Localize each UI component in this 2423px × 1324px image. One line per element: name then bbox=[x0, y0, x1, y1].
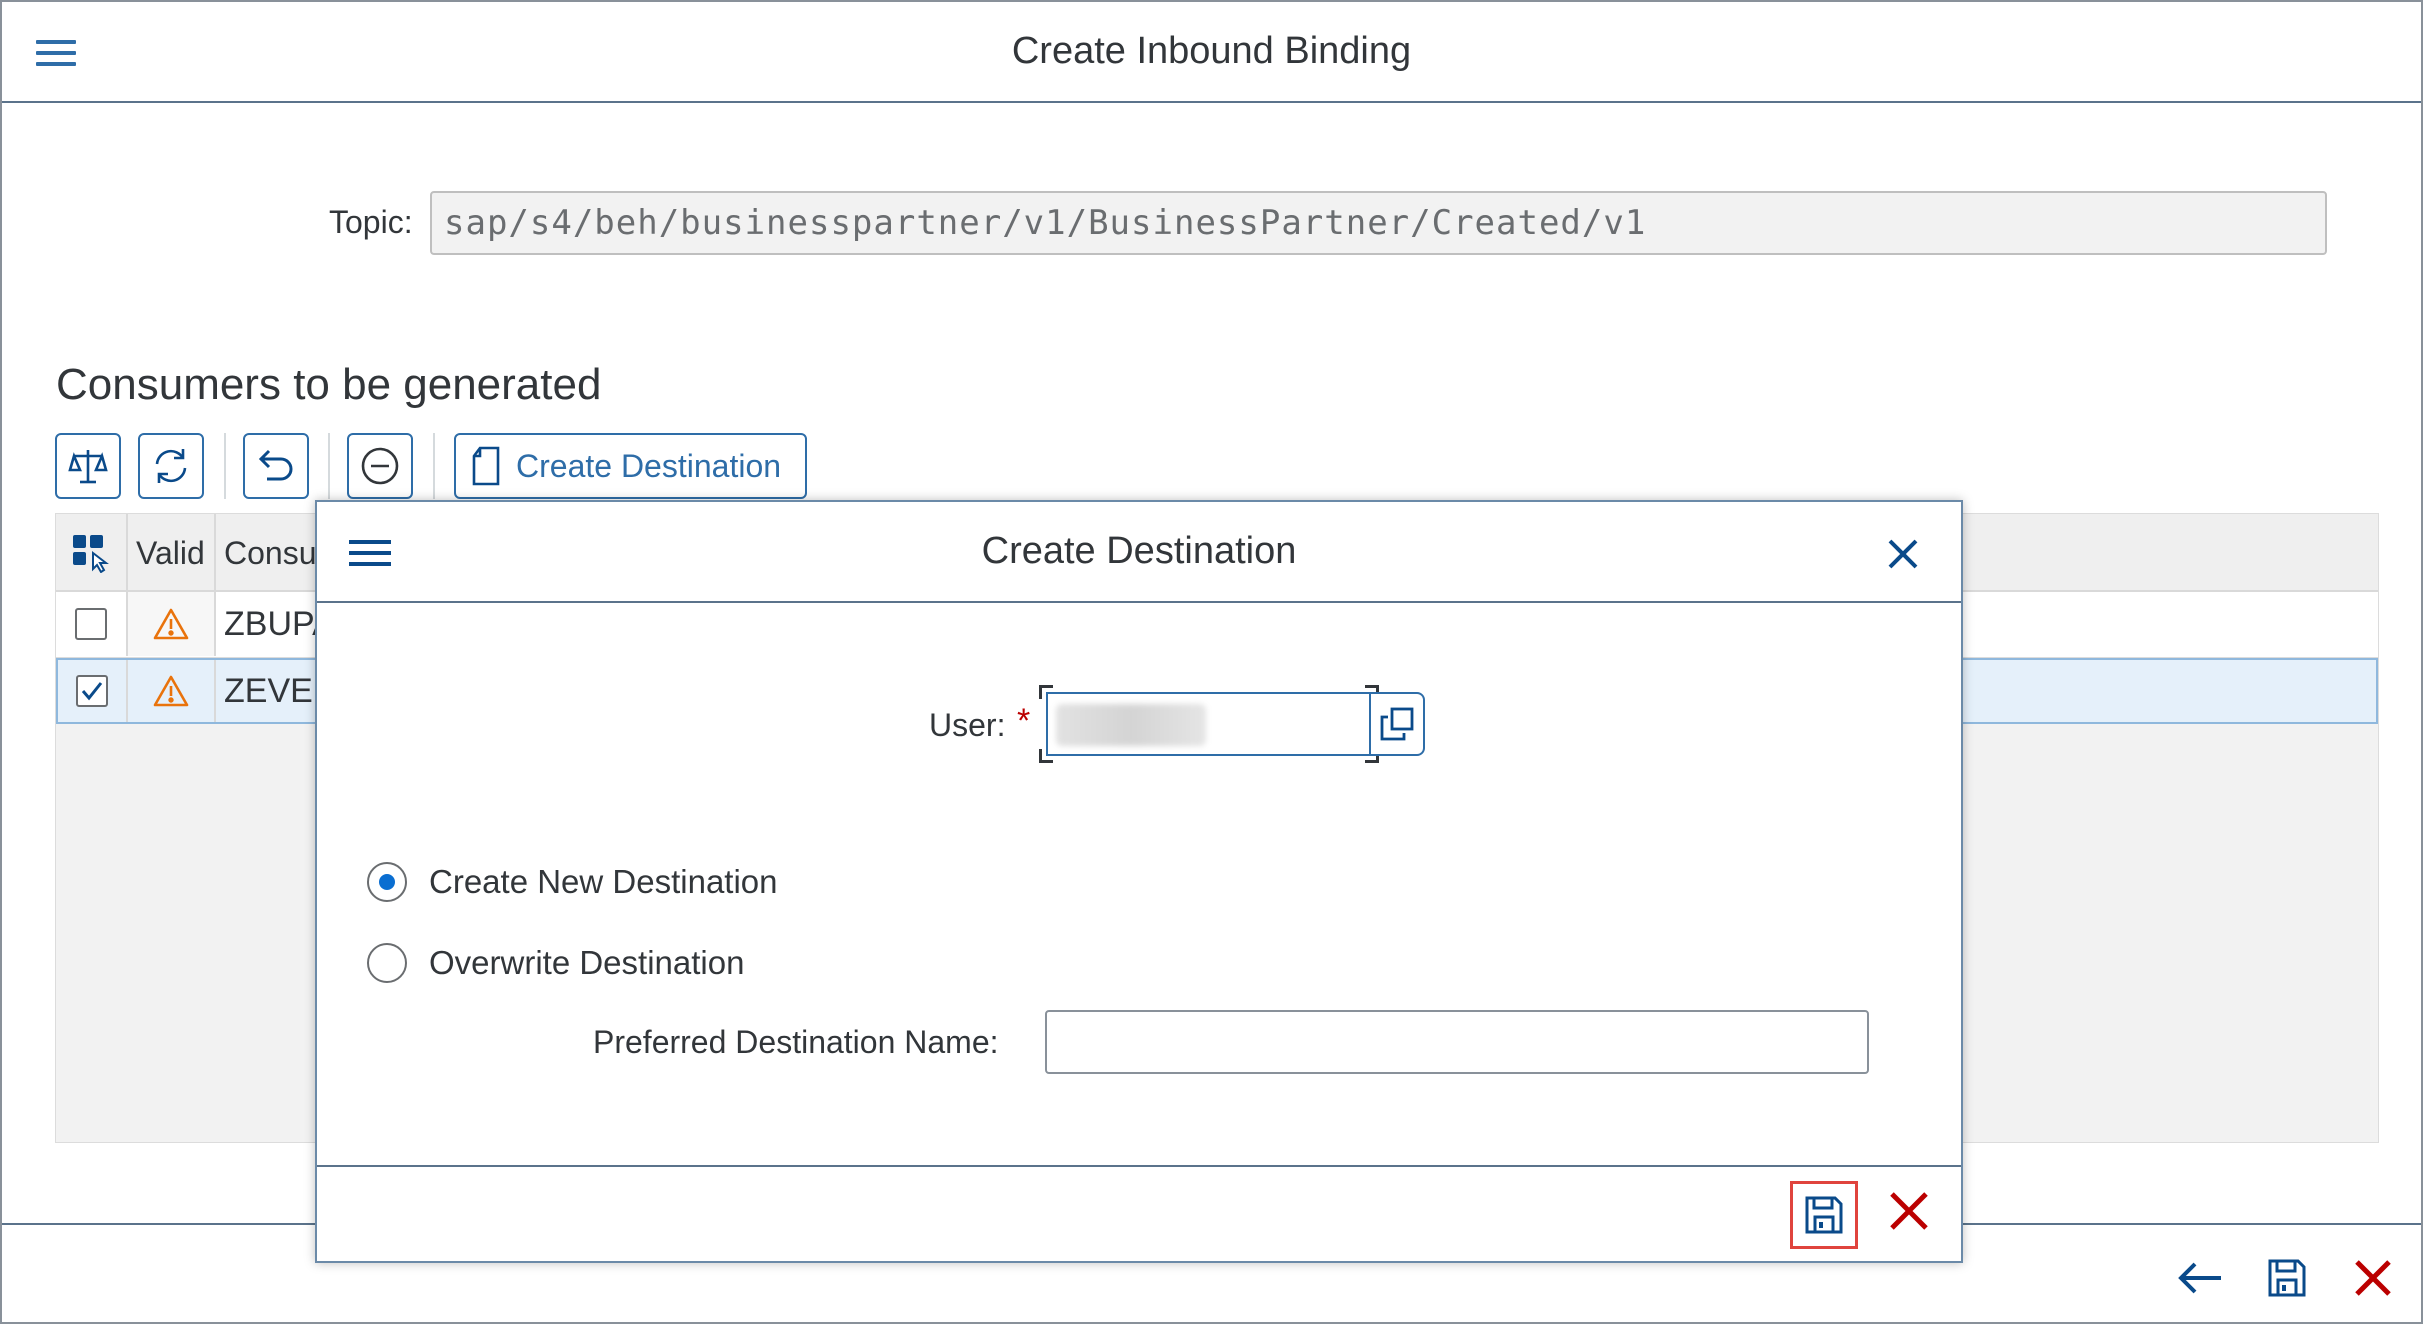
user-label: User: bbox=[929, 707, 1006, 743]
document-icon bbox=[472, 446, 500, 486]
cancel-button[interactable] bbox=[2348, 1255, 2398, 1301]
refresh-icon bbox=[155, 449, 187, 483]
close-icon bbox=[1890, 1192, 1928, 1230]
hamburger-menu-icon[interactable] bbox=[349, 540, 391, 570]
app-window: Create Inbound Binding Topic: sap/s4/beh… bbox=[0, 0, 2423, 1324]
select-all-cell[interactable] bbox=[56, 514, 128, 592]
dialog-footer bbox=[317, 1165, 1961, 1263]
create-destination-label: Create Destination bbox=[516, 447, 782, 484]
create-destination-dialog: Create Destination User: * Create New De… bbox=[315, 500, 1963, 1263]
dialog-cancel-button[interactable] bbox=[1887, 1189, 1931, 1233]
focus-bracket bbox=[1039, 749, 1053, 763]
column-header-valid[interactable]: Valid bbox=[128, 514, 216, 592]
row-checkbox-checked[interactable] bbox=[76, 675, 108, 707]
app-header: Create Inbound Binding bbox=[2, 2, 2421, 103]
radio-button[interactable] bbox=[367, 943, 407, 983]
balance-scale-icon bbox=[68, 450, 108, 484]
dialog-close-button[interactable] bbox=[1883, 534, 1923, 574]
preferred-destination-label: Preferred Destination Name: bbox=[593, 1024, 999, 1060]
toolbar-separator bbox=[224, 433, 226, 499]
dialog-save-button[interactable] bbox=[1790, 1181, 1858, 1249]
back-button[interactable] bbox=[2175, 1255, 2225, 1301]
toolbar-separator bbox=[433, 433, 435, 499]
radio-button-selected[interactable] bbox=[367, 862, 407, 902]
topic-label: Topic: bbox=[329, 204, 413, 240]
warning-icon bbox=[153, 675, 189, 707]
radio-label: Overwrite Destination bbox=[429, 944, 745, 981]
save-icon bbox=[1805, 1196, 1843, 1234]
topic-field: sap/s4/beh/businesspartner/v1/BusinessPa… bbox=[430, 191, 2327, 255]
toolbar-separator bbox=[328, 433, 330, 499]
close-icon bbox=[1888, 539, 1918, 569]
user-input[interactable] bbox=[1046, 692, 1371, 756]
preferred-destination-input[interactable] bbox=[1045, 1010, 1869, 1074]
checkmark-icon bbox=[81, 682, 103, 701]
undo-icon bbox=[258, 449, 293, 481]
dialog-title: Create Destination bbox=[981, 530, 1297, 572]
radio-dot bbox=[379, 874, 395, 890]
dialog-header: Create Destination bbox=[317, 502, 1961, 603]
valid-cell bbox=[128, 592, 216, 656]
select-all-icon bbox=[73, 535, 109, 573]
page-title: Create Inbound Binding bbox=[1011, 30, 1412, 72]
remove-button[interactable] bbox=[347, 433, 413, 499]
warning-icon bbox=[153, 608, 189, 640]
focus-bracket bbox=[1039, 685, 1053, 699]
required-marker: * bbox=[1017, 702, 1031, 740]
value-help-icon bbox=[1380, 707, 1414, 741]
save-icon bbox=[2268, 1259, 2306, 1297]
balance-scale-button[interactable] bbox=[55, 433, 121, 499]
create-destination-button[interactable]: Create Destination bbox=[454, 433, 807, 499]
radio-create-new[interactable]: Create New Destination bbox=[367, 862, 778, 902]
radio-overwrite[interactable]: Overwrite Destination bbox=[367, 943, 744, 983]
save-button[interactable] bbox=[2262, 1255, 2312, 1301]
remove-icon bbox=[361, 447, 399, 485]
value-help-button[interactable] bbox=[1371, 692, 1425, 756]
row-select-cell[interactable] bbox=[58, 660, 128, 722]
row-select-cell[interactable] bbox=[56, 592, 128, 656]
valid-cell bbox=[128, 660, 216, 722]
undo-button[interactable] bbox=[243, 433, 309, 499]
refresh-button[interactable] bbox=[138, 433, 204, 499]
radio-label: Create New Destination bbox=[429, 863, 778, 900]
hamburger-menu-icon[interactable] bbox=[36, 40, 76, 70]
arrow-left-icon bbox=[2178, 1262, 2221, 1294]
close-icon bbox=[2355, 1260, 2391, 1296]
section-title: Consumers to be generated bbox=[56, 360, 602, 409]
row-checkbox[interactable] bbox=[75, 608, 107, 640]
redacted-user-value bbox=[1056, 704, 1206, 746]
